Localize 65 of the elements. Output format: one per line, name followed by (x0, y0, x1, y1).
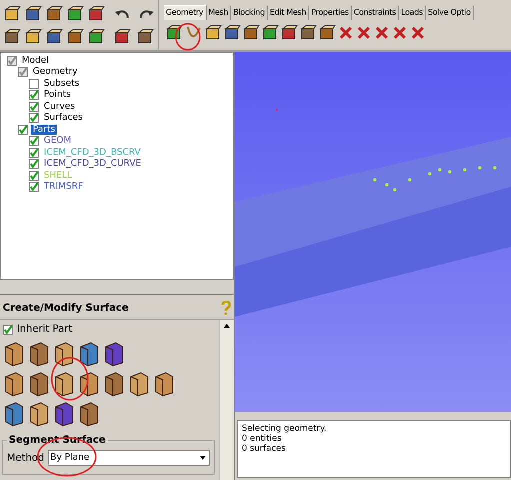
tool-icon[interactable] (46, 6, 63, 22)
tree-item[interactable]: Curves (42, 102, 78, 112)
tab[interactable]: Mesh (206, 6, 232, 20)
tree-item[interactable]: ICEM_CFD_3D_CURVE (42, 159, 144, 170)
tool-icon[interactable] (137, 29, 154, 45)
tool-icon[interactable] (4, 6, 21, 22)
tool-icon[interactable] (88, 29, 105, 45)
tool-icon[interactable] (243, 25, 260, 41)
tool-icon[interactable] (262, 25, 279, 41)
checkbox[interactable] (3, 324, 13, 334)
tab[interactable]: Solve Optio (426, 6, 474, 20)
tab[interactable]: Properties (309, 6, 352, 20)
message-line: 0 surfaces (242, 444, 287, 454)
tool-icon[interactable] (67, 29, 84, 45)
checkbox[interactable] (29, 113, 39, 124)
tab[interactable]: Edit Mesh (268, 6, 310, 20)
tool-icon[interactable] (46, 29, 63, 45)
checkbox[interactable] (29, 159, 39, 170)
tab[interactable]: Constraints (352, 6, 400, 20)
tab[interactable]: Blocking (231, 6, 268, 20)
message-line: Selecting geometry. (242, 424, 328, 434)
annotation-circle (50, 356, 90, 402)
tool-icon[interactable] (25, 29, 42, 45)
tool-icon[interactable] (205, 25, 222, 41)
tool-icon[interactable] (25, 6, 42, 22)
checkbox[interactable] (29, 78, 39, 89)
tree-item[interactable]: Parts (31, 124, 58, 135)
tree-item[interactable]: GEOM (42, 136, 74, 146)
tree-item[interactable]: Surfaces (42, 113, 85, 124)
method-dropdown[interactable]: By Plane (48, 450, 210, 466)
delete-icon[interactable] (410, 25, 426, 41)
checkbox[interactable] (29, 102, 39, 112)
tool-icon[interactable] (88, 6, 105, 22)
tool-icon[interactable] (4, 29, 21, 45)
delete-icon[interactable] (374, 25, 390, 41)
delete-icon[interactable] (392, 25, 408, 41)
delete-icon[interactable] (338, 25, 354, 41)
checkbox[interactable] (29, 90, 39, 100)
tab[interactable]: Loads (399, 6, 426, 20)
checkbox-label: Inherit Part (17, 324, 73, 335)
tool-icon[interactable] (281, 25, 298, 41)
checkbox[interactable] (18, 124, 28, 135)
checkbox[interactable] (18, 67, 28, 78)
checkbox[interactable] (7, 56, 17, 66)
scrollbar[interactable] (219, 320, 234, 480)
checkbox[interactable] (29, 148, 39, 158)
tree-item[interactable]: Subsets (42, 78, 82, 89)
message-line: 0 entities (242, 434, 283, 444)
tree-item[interactable]: Points (42, 90, 74, 100)
tab[interactable]: Geometry (164, 5, 206, 20)
delete-icon[interactable] (356, 25, 372, 41)
checkbox[interactable] (29, 170, 39, 181)
panel-title: Create/Modify Surface (3, 302, 129, 314)
annotation-circle (174, 22, 202, 52)
tool-icon[interactable] (67, 6, 84, 22)
tool-icon[interactable] (166, 25, 183, 41)
tool-icon[interactable] (300, 25, 317, 41)
tool-icon[interactable] (224, 25, 241, 41)
tree-item[interactable]: TRIMSRF (42, 182, 86, 192)
tool-icon[interactable] (114, 29, 131, 45)
tree-item[interactable]: Model (20, 56, 52, 66)
tool-icon[interactable] (319, 25, 336, 41)
checkbox[interactable] (29, 136, 39, 146)
tree-item[interactable]: Geometry (31, 67, 80, 78)
checkbox[interactable] (29, 182, 39, 192)
